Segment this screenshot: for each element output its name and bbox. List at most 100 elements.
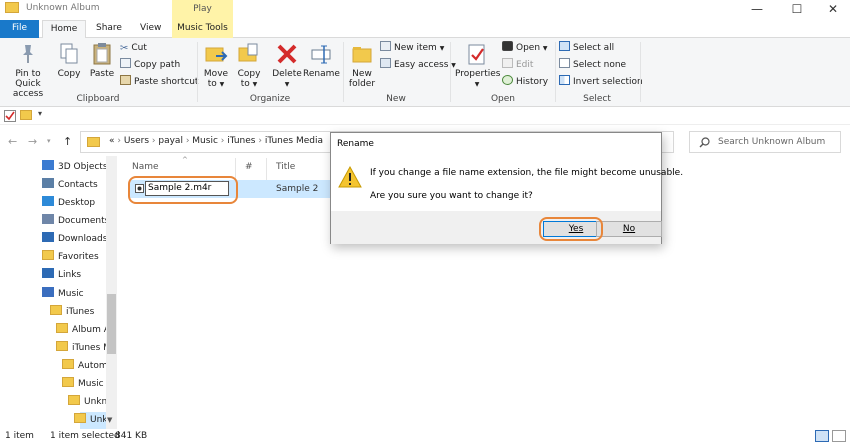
chevron-down-icon: ▼ — [542, 45, 548, 52]
back-icon[interactable]: ← — [8, 135, 17, 148]
pin-to-quick-access-button[interactable]: Pin to Quick access — [2, 42, 54, 99]
nav-item[interactable]: Unk — [74, 412, 108, 429]
copy-icon — [60, 43, 78, 64]
breadcrumb: « › Users › payal › Music › iTunes › iTu… — [109, 136, 323, 146]
nav-item[interactable]: Links — [42, 267, 81, 284]
forward-icon[interactable]: → — [28, 135, 37, 148]
nav-item[interactable]: Album A — [56, 322, 110, 339]
search-input[interactable]: Search Unknown Album — [689, 131, 841, 153]
move-to-button[interactable]: Move to ▼ — [201, 42, 231, 90]
chevron-right-icon: › — [114, 136, 124, 146]
no-button[interactable]: No — [596, 221, 662, 237]
no-button-label: No — [622, 224, 636, 234]
copy-path-button[interactable]: Copy path — [120, 57, 180, 73]
nav-item-label: Favorites — [58, 252, 99, 262]
copy-to-button[interactable]: Copy to ▼ — [234, 42, 264, 90]
history-icon — [502, 75, 513, 85]
contacts-icon — [42, 178, 54, 188]
tab-file[interactable]: File — [0, 20, 39, 38]
dialog-message-line1: If you change a file name extension, the… — [370, 168, 684, 178]
tab-music-tools[interactable]: Music Tools — [172, 20, 233, 38]
new-item-button[interactable]: New item ▼ — [380, 40, 444, 56]
tab-share[interactable]: Share — [88, 20, 130, 38]
edit-icon — [502, 58, 513, 68]
paste-shortcut-button[interactable]: Paste shortcut — [120, 74, 198, 90]
nav-item[interactable]: Music — [62, 376, 104, 393]
open-button[interactable]: Open ▼ — [502, 40, 548, 56]
details-view-icon[interactable] — [815, 430, 829, 442]
play-context-header: Play — [172, 0, 233, 20]
group-divider — [555, 42, 556, 102]
breadcrumb-item[interactable]: iTunes — [227, 136, 255, 146]
nav-item[interactable]: Autom — [62, 358, 108, 375]
copy-folder-icon — [238, 43, 258, 62]
nav-item[interactable]: iTunes — [50, 304, 94, 321]
window-title: Unknown Album — [26, 3, 100, 13]
history-button[interactable]: History — [502, 74, 548, 90]
nav-scrollbar-thumb[interactable] — [107, 294, 116, 354]
recent-locations-icon[interactable]: ▾ — [47, 137, 51, 145]
breadcrumb-item[interactable]: Music — [192, 136, 218, 146]
easy-access-button[interactable]: Easy access ▼ — [380, 57, 456, 73]
select-all-label: Select all — [573, 43, 615, 53]
nav-item[interactable]: 3D Objects — [42, 159, 108, 176]
select-group-label: Select — [583, 94, 611, 104]
column-header-name[interactable]: Name — [132, 162, 159, 172]
column-header-title[interactable]: Title — [276, 162, 295, 172]
customize-toolbar-icon[interactable]: ▾ — [38, 109, 42, 118]
copy-path-icon — [120, 58, 131, 68]
nav-scrollbar[interactable] — [106, 156, 117, 429]
nav-item[interactable]: Documents — [42, 213, 109, 230]
nav-item[interactable]: Music — [42, 286, 84, 303]
new-folder-button[interactable]: New folder — [346, 42, 378, 89]
nav-item-label: Music — [78, 379, 104, 389]
quick-access-toolbar: ▾ — [0, 107, 850, 125]
properties-check-icon[interactable] — [4, 110, 16, 122]
nav-item[interactable]: Desktop — [42, 195, 95, 212]
warning-icon — [338, 166, 362, 188]
nav-item[interactable]: Downloads — [42, 231, 107, 248]
nav-item-label: Unk — [90, 415, 108, 425]
scroll-down-icon[interactable]: ▼ — [107, 416, 112, 424]
up-icon[interactable]: ↑ — [63, 135, 72, 148]
maximize-button[interactable]: ☐ — [780, 0, 814, 20]
nav-item-label: Links — [58, 270, 82, 280]
breadcrumb-item[interactable]: payal — [158, 136, 183, 146]
minimize-button[interactable]: — — [740, 0, 774, 20]
copy-button[interactable]: Copy — [56, 42, 82, 79]
properties-button[interactable]: Properties ▼ — [455, 42, 501, 90]
item-count: 1 item — [5, 431, 34, 441]
edit-button[interactable]: Edit — [502, 57, 533, 73]
edit-label: Edit — [516, 60, 534, 70]
rename-button[interactable]: Rename — [303, 42, 340, 79]
select-all-button[interactable]: Select all — [559, 40, 614, 56]
highlight-ring-rename — [128, 176, 238, 204]
close-button[interactable]: ✕ — [816, 0, 850, 20]
new-item-label: New item — [394, 43, 437, 53]
delete-button[interactable]: Delete ▼ — [272, 42, 302, 90]
nav-item[interactable]: Favorites — [42, 249, 99, 266]
easy-access-label: Easy access — [394, 60, 449, 70]
tab-view[interactable]: View — [132, 20, 169, 38]
properties-icon — [468, 44, 485, 65]
nav-item[interactable]: Contacts — [42, 177, 98, 194]
new-group-label: New — [386, 94, 406, 104]
select-none-button[interactable]: Select none — [559, 57, 626, 73]
cut-button[interactable]: ✂ Cut — [120, 40, 147, 56]
nav-item[interactable]: iTunes M — [56, 340, 111, 357]
column-header-number[interactable]: # — [245, 162, 253, 172]
breadcrumb-item[interactable]: Users — [124, 136, 149, 146]
music-icon — [42, 287, 54, 297]
dialog-footer: Yes No — [331, 211, 662, 244]
tab-home[interactable]: Home — [42, 20, 86, 38]
downloads-icon — [42, 232, 54, 242]
paste-button[interactable]: Paste — [88, 42, 116, 79]
breadcrumb-item[interactable]: iTunes Media — [265, 136, 323, 146]
new-folder-label-1: New — [352, 69, 372, 79]
properties-label: Properties — [455, 69, 501, 79]
large-icons-view-icon[interactable] — [832, 430, 846, 442]
select-none-label: Select none — [573, 60, 627, 70]
new-folder-qat-icon[interactable] — [20, 110, 32, 120]
copy-label: Copy — [57, 69, 81, 79]
invert-selection-button[interactable]: Invert selection — [559, 74, 643, 90]
